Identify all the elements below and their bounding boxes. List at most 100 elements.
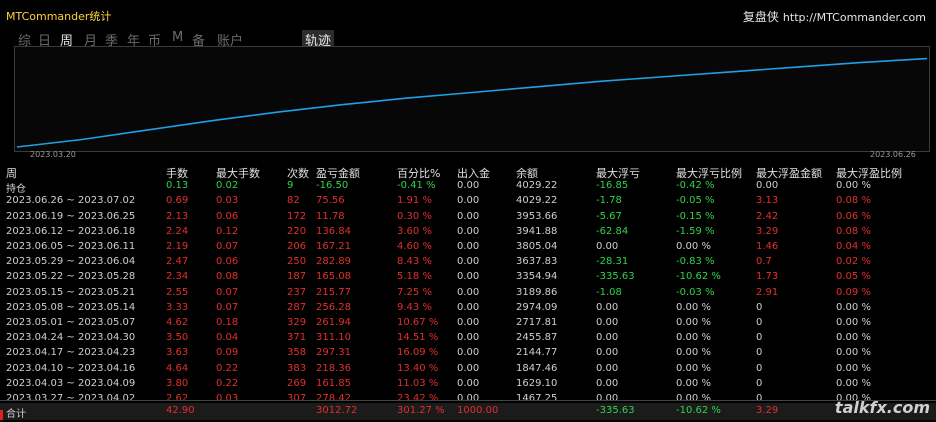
table-cell: 0.22 — [216, 377, 239, 389]
table-cell: 187 — [287, 271, 307, 283]
table-cell: 282.89 — [316, 256, 351, 268]
table-cell: 11.03 % — [397, 377, 439, 389]
table-cell: 2.91 — [756, 286, 779, 298]
divider — [0, 400, 936, 401]
table-cell: -0.03 % — [676, 286, 715, 298]
table-cell: 9.43 % — [397, 301, 432, 313]
table-cell: 0.04 % — [836, 241, 871, 252]
table-cell: 261.94 — [316, 317, 351, 328]
table-cell: 206 — [287, 241, 307, 252]
table-cell: 9 — [287, 180, 294, 192]
table-cell: 0 — [756, 377, 763, 389]
table-cell: 14.51 % — [397, 332, 439, 344]
table-row: 2023.05.22 ~ 2023.05.28 2.34 0.08 187 165.08… — [0, 270, 936, 285]
table-cell: 269 — [287, 377, 307, 389]
brand-name: 复盘侠 — [742, 10, 779, 24]
table-cell: 237 — [287, 286, 307, 298]
table-cell: 297.31 — [316, 347, 351, 359]
total-cell: 3012.72 — [316, 405, 358, 416]
tab-7[interactable]: M — [172, 30, 183, 45]
table-cell: 7.25 % — [397, 286, 432, 298]
table-cell: 172 — [287, 210, 307, 222]
table-cell: 2023.04.03 ~ 2023.04.09 — [6, 377, 136, 389]
table-cell: 2023.06.12 ~ 2023.06.18 — [6, 225, 136, 237]
table-cell: 165.08 — [316, 271, 351, 283]
table-cell: 0.03 — [216, 195, 239, 207]
table-cell: -335.63 — [596, 271, 635, 283]
table-cell: 0.00 — [756, 180, 779, 192]
table-cell: 0.13 — [166, 180, 189, 192]
table-cell: 3.50 — [166, 332, 189, 344]
table-cell: 0.00 — [596, 332, 619, 344]
table-cell: 持仓 — [6, 184, 26, 196]
table-cell: 82 — [287, 195, 300, 207]
table-cell: 0.00 — [596, 317, 619, 328]
table-cell: 0.00 — [457, 256, 480, 268]
table-cell: 4.62 — [166, 317, 189, 328]
table-cell: 2023.06.05 ~ 2023.06.11 — [6, 241, 136, 252]
table-cell: 0.00 — [457, 210, 480, 222]
table-cell: 2.55 — [166, 286, 189, 298]
table-cell: 3941.88 — [516, 225, 558, 237]
table-cell: 0.00 % — [836, 377, 871, 389]
table-cell: 0.00 — [457, 377, 480, 389]
equity-chart-svg — [16, 57, 928, 148]
table-cell: -1.59 % — [676, 225, 715, 237]
table-cell: 311.10 — [316, 332, 351, 344]
table-cell: 0.04 — [216, 332, 239, 344]
table-cell: 3.29 — [756, 225, 779, 237]
table-cell: 0.00 % — [836, 362, 871, 374]
total-cell: 301.27 % — [397, 405, 445, 416]
table-cell: 2.47 — [166, 256, 189, 268]
table-cell: 250 — [287, 256, 307, 268]
table-cell: 1847.46 — [516, 362, 558, 374]
table-cell: 0.00 — [596, 362, 619, 374]
table-cell: 371 — [287, 332, 307, 344]
table-cell: 2.34 — [166, 271, 189, 283]
table-cell: 0.09 — [216, 347, 239, 359]
table-cell: 0.05 % — [836, 271, 871, 283]
table-cell: 0.00 — [596, 301, 619, 313]
table-cell: 0.02 — [216, 180, 239, 192]
table-cell: 3.33 — [166, 301, 189, 313]
table-cell: 136.84 — [316, 225, 351, 237]
table-cell: 0 — [756, 317, 763, 328]
table-cell: 75.56 — [316, 195, 345, 207]
table-cell: 2023.06.19 ~ 2023.06.25 — [6, 210, 136, 222]
table-cell: 0.00 % — [676, 301, 711, 313]
table-cell: 3.60 % — [397, 225, 432, 237]
table-cell: 220 — [287, 225, 307, 237]
table-cell: 0.00 — [457, 241, 480, 252]
table-cell: -0.15 % — [676, 210, 715, 222]
table-row: 2023.04.24 ~ 2023.04.30 3.50 0.04 371 311.10… — [0, 331, 936, 346]
table-cell: 0.00 — [457, 362, 480, 374]
table-cell: 0.07 — [216, 241, 239, 252]
table-cell: 383 — [287, 362, 307, 374]
table-cell: 0.69 — [166, 195, 189, 207]
table-cell: 0.00 — [457, 195, 480, 207]
brand[interactable]: 复盘侠 http://MTCommander.com — [743, 8, 926, 25]
table-cell: 0 — [756, 301, 763, 313]
table-cell: 0.00 — [457, 317, 480, 328]
table-cell: 0.06 — [216, 210, 239, 222]
table-cell: 3189.86 — [516, 286, 558, 298]
totals-row: 合计 42.90 3012.72 301.27 % 1000.00 -335.63 -10.… — [0, 403, 936, 420]
table-cell: 161.85 — [316, 377, 351, 389]
table-row: 2023.05.08 ~ 2023.05.14 3.33 0.07 287 256.28… — [0, 301, 936, 316]
table-cell: -16.50 — [316, 180, 349, 192]
table-cell: -0.41 % — [397, 180, 436, 192]
table-row: 2023.06.26 ~ 2023.07.02 0.69 0.03 82 75.56 1.… — [0, 194, 936, 209]
table-cell: 10.67 % — [397, 317, 439, 328]
table-cell: 0.00 % — [676, 317, 711, 328]
table-cell: -10.62 % — [676, 271, 721, 283]
table-header: 周手数 最大手数 次数 盈亏金额 百分比% 出入金 余额 最大浮亏 最大浮亏比例 最大浮盈金额 最大… — [0, 164, 936, 180]
table-cell: 0.00 % — [676, 241, 711, 252]
table-cell: 0.00 — [596, 241, 619, 252]
total-cell: -10.62 % — [676, 405, 721, 416]
table-cell: 0.06 — [216, 256, 239, 268]
table-row: 2023.04.17 ~ 2023.04.23 3.63 0.09 358 297.31… — [0, 346, 936, 361]
table-cell: 0.00 % — [676, 362, 711, 374]
table-cell: -1.08 — [596, 286, 622, 298]
brand-url[interactable]: http://MTCommander.com — [783, 11, 926, 24]
table-cell: 4.64 — [166, 362, 189, 374]
